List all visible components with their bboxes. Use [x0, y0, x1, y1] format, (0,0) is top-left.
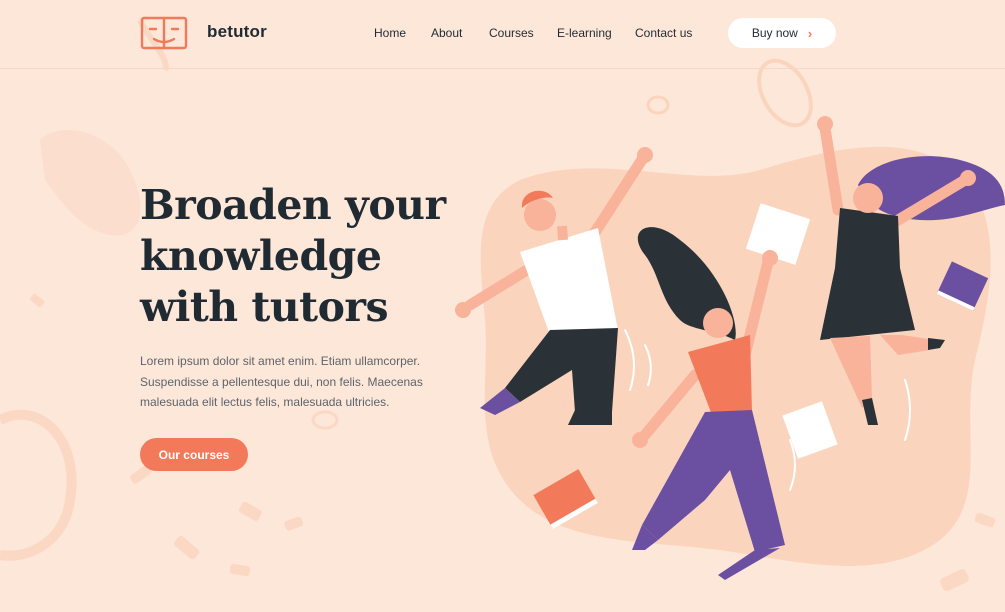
- site-header: betutor Home About Courses E-learning Co…: [0, 0, 1005, 69]
- nav-contact-us[interactable]: Contact us: [635, 26, 692, 40]
- nav-home[interactable]: Home: [374, 26, 406, 40]
- brand-name[interactable]: betutor: [207, 22, 267, 42]
- chevron-right-icon: ›: [807, 25, 813, 41]
- buy-now-label: Buy now: [751, 26, 798, 40]
- hero-title: Broaden your knowledge with tutors: [140, 180, 470, 333]
- buy-now-button[interactable]: Buy now ›: [728, 18, 836, 48]
- hero-description: Lorem ipsum dolor sit amet enim. Etiam u…: [140, 351, 440, 413]
- hero-title-line: knowledge: [140, 232, 382, 280]
- hero-description-line: malesuada elit lectus felis, malesuada u…: [140, 395, 390, 409]
- logo[interactable]: [140, 15, 188, 53]
- hero-title-line: with tutors: [140, 283, 389, 331]
- nav-about[interactable]: About: [431, 26, 462, 40]
- nav-courses[interactable]: Courses: [489, 26, 534, 40]
- hero-description-line: Suspendisse a pellentesque dui, non feli…: [140, 374, 423, 389]
- hero-title-line: Broaden your: [140, 181, 446, 229]
- nav-e-learning[interactable]: E-learning: [557, 26, 612, 40]
- open-book-face-icon: [140, 16, 188, 50]
- hero-description-line: Lorem ipsum dolor sit amet enim. Etiam u…: [140, 354, 421, 368]
- hero-illustration: [455, 116, 1005, 580]
- our-courses-button[interactable]: Our courses: [140, 438, 248, 471]
